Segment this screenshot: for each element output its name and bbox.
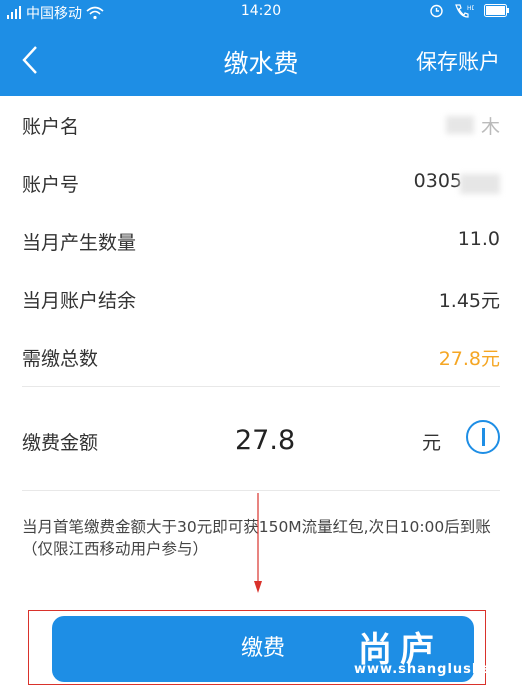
site-watermark: 尚庐 www.shanglushan xyxy=(330,622,520,682)
battery-icon xyxy=(484,4,509,17)
payment-amount-label: 缴费金额 xyxy=(22,432,99,454)
balance-value: 1.45元 xyxy=(438,290,500,312)
usage-row: 当月产生数量 11.0 xyxy=(0,212,522,270)
save-account-button[interactable]: 保存账户 xyxy=(416,46,500,76)
promo-notice: 当月首笔缴费金额大于30元即可获150M流量红包,次日10:00后到账（仅限江西… xyxy=(22,518,491,558)
redacted-mask xyxy=(460,174,500,194)
divider xyxy=(22,490,500,491)
watermark-url: www.shanglushan xyxy=(354,662,503,677)
account-name-value: 木 xyxy=(480,116,500,138)
balance-label: 当月账户结余 xyxy=(22,290,137,312)
status-right: HD xyxy=(429,3,510,18)
usage-label: 当月产生数量 xyxy=(22,232,137,254)
due-total-value: 27.8元 xyxy=(438,348,500,370)
account-number-label: 账户号 xyxy=(22,174,80,196)
due-total-row: 需缴总数 27.8元 xyxy=(0,328,522,386)
alarm-icon xyxy=(430,4,443,18)
svg-text:HD: HD xyxy=(467,5,474,12)
redacted-mask xyxy=(446,116,474,134)
nav-bar: 缴水费 保存账户 xyxy=(0,24,522,96)
account-name-label: 账户名 xyxy=(22,116,80,138)
status-bar: 中国移动 14:20 HD xyxy=(0,0,522,24)
account-number-row: 账户号 0305 xyxy=(0,154,522,212)
usage-value: 11.0 xyxy=(457,228,500,250)
info-icon[interactable] xyxy=(466,420,500,454)
divider xyxy=(22,386,500,387)
account-name-row: 账户名 木 xyxy=(0,96,522,154)
payment-amount-input[interactable] xyxy=(180,420,455,460)
due-total-label: 需缴总数 xyxy=(22,348,99,370)
balance-row: 当月账户结余 1.45元 xyxy=(0,270,522,328)
account-number-value: 0305 xyxy=(413,170,462,192)
amount-unit: 元 xyxy=(422,432,442,454)
phone-hd-icon: HD xyxy=(455,4,474,18)
annotation-arrow xyxy=(254,493,262,593)
payment-amount-row: 缴费金额 元 xyxy=(0,410,522,470)
